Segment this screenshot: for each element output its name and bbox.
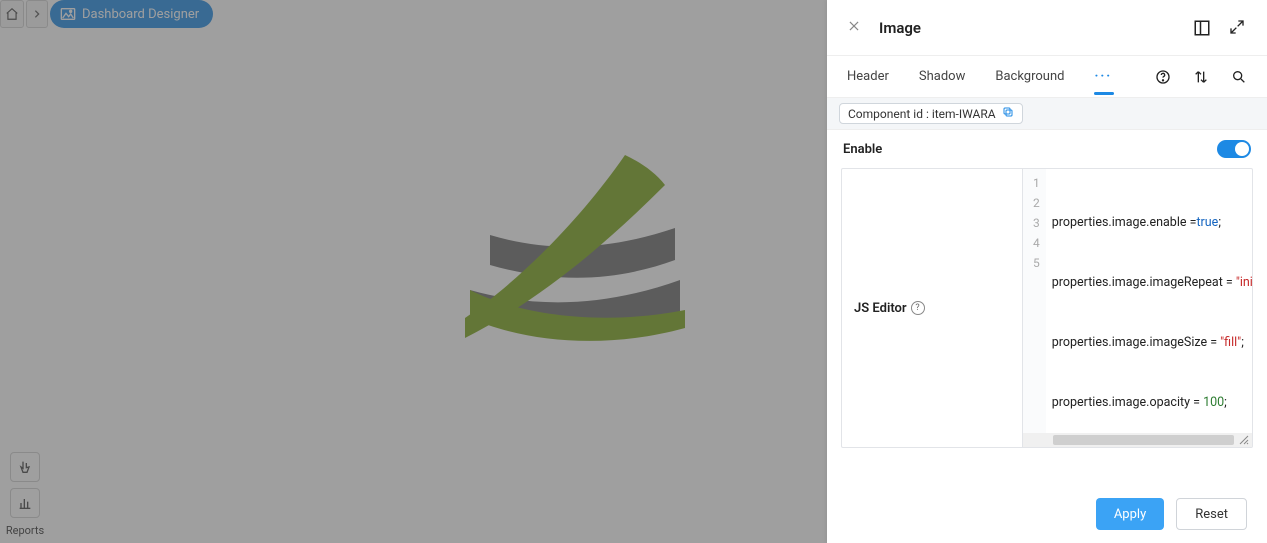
- properties-panel: Image Header Shadow Background ···: [827, 0, 1267, 543]
- panel-header: Image: [827, 0, 1267, 56]
- code-editor[interactable]: 1 2 3 4 5 properties.image.enable =true;…: [1022, 169, 1252, 447]
- tab-background[interactable]: Background: [995, 69, 1064, 84]
- enable-label: Enable: [843, 142, 882, 157]
- code-area[interactable]: properties.image.enable =true; propertie…: [1046, 169, 1252, 447]
- apply-button[interactable]: Apply: [1096, 498, 1164, 530]
- copy-icon[interactable]: [1002, 106, 1014, 121]
- component-id-label: Component id : item-IWARA: [848, 107, 996, 121]
- component-id-bar: Component id : item-IWARA: [827, 98, 1267, 130]
- panel-footer: Apply Reset: [827, 485, 1267, 543]
- resize-grip-icon[interactable]: [1238, 434, 1250, 446]
- sort-icon[interactable]: [1193, 69, 1209, 85]
- js-editor: JS Editor ? 1 2 3 4 5 properties.image.e…: [841, 168, 1253, 448]
- close-icon[interactable]: [847, 17, 861, 38]
- tab-more[interactable]: ···: [1094, 69, 1112, 84]
- enable-toggle[interactable]: [1217, 140, 1251, 158]
- expand-icon[interactable]: [1229, 19, 1247, 37]
- layout-icon[interactable]: [1193, 19, 1211, 37]
- help-icon[interactable]: [1155, 69, 1171, 85]
- panel-tabs: Header Shadow Background ···: [827, 56, 1267, 98]
- tab-shadow[interactable]: Shadow: [919, 69, 965, 84]
- search-icon[interactable]: [1231, 69, 1247, 85]
- code-horizontal-scrollbar[interactable]: [1023, 433, 1252, 447]
- help-small-icon[interactable]: ?: [911, 301, 925, 315]
- enable-row: Enable: [841, 140, 1253, 168]
- tab-header[interactable]: Header: [847, 69, 889, 84]
- code-gutter: 1 2 3 4 5: [1023, 169, 1046, 447]
- js-editor-label: JS Editor: [854, 301, 907, 316]
- panel-title: Image: [879, 19, 1175, 37]
- reset-button[interactable]: Reset: [1176, 498, 1247, 530]
